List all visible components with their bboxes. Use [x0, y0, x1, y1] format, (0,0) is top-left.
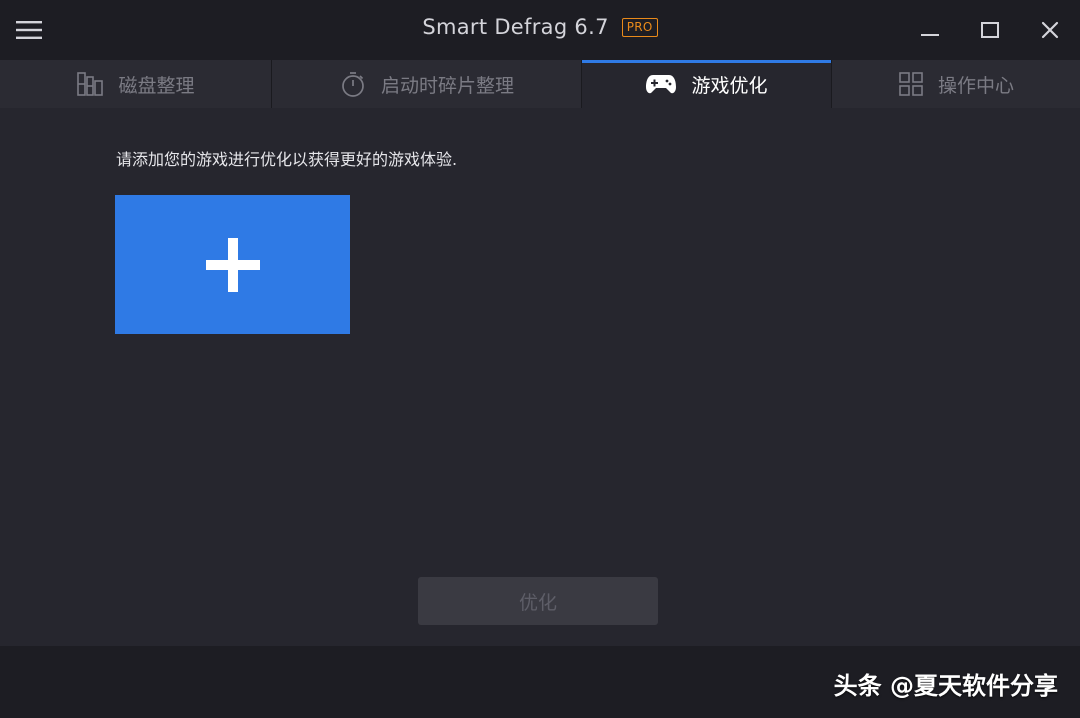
- tab-boot-defrag[interactable]: 启动时碎片整理: [272, 60, 582, 108]
- footer-bar: 头条 @夏天软件分享: [0, 646, 1080, 718]
- add-game-hint: 请添加您的游戏进行优化以获得更好的游戏体验.: [116, 150, 458, 169]
- plus-icon: [205, 237, 260, 292]
- game-boost-panel: 请添加您的游戏进行优化以获得更好的游戏体验. 优化: [0, 108, 1080, 646]
- stopwatch-icon: [339, 70, 367, 98]
- main-tabs: 磁盘整理 启动时碎片整理 游戏优化 操作中心: [0, 60, 1080, 108]
- tab-label: 启动时碎片整理: [380, 74, 514, 97]
- title-bar: Smart Defrag 6.7 PRO: [0, 0, 1080, 60]
- maximize-button[interactable]: [960, 0, 1020, 60]
- maximize-icon: [981, 22, 999, 38]
- tab-label: 操作中心: [937, 74, 1014, 97]
- minimize-button[interactable]: [900, 0, 960, 60]
- disk-defrag-icon: [76, 71, 104, 97]
- app-window: Smart Defrag 6.7 PRO 磁盘整理 启动时碎片整理 游戏优化 操…: [0, 0, 1080, 718]
- tab-disk-defrag[interactable]: 磁盘整理: [0, 60, 272, 108]
- minimize-icon: [921, 34, 939, 36]
- pro-badge: PRO: [621, 17, 658, 37]
- window-controls: [900, 0, 1080, 60]
- app-title-text: Smart Defrag 6.7: [422, 15, 609, 39]
- close-icon: [1041, 21, 1059, 39]
- tab-game-boost[interactable]: 游戏优化: [582, 60, 832, 108]
- tab-action-center[interactable]: 操作中心: [832, 60, 1080, 108]
- optimize-button[interactable]: 优化: [418, 577, 658, 625]
- tab-label: 磁盘整理: [118, 74, 195, 97]
- grid-icon: [898, 71, 924, 97]
- gamepad-icon: [645, 72, 677, 96]
- close-button[interactable]: [1020, 0, 1080, 60]
- tab-label: 游戏优化: [691, 74, 768, 97]
- watermark-text: 头条 @夏天软件分享: [833, 672, 1058, 700]
- add-game-button[interactable]: [115, 195, 350, 334]
